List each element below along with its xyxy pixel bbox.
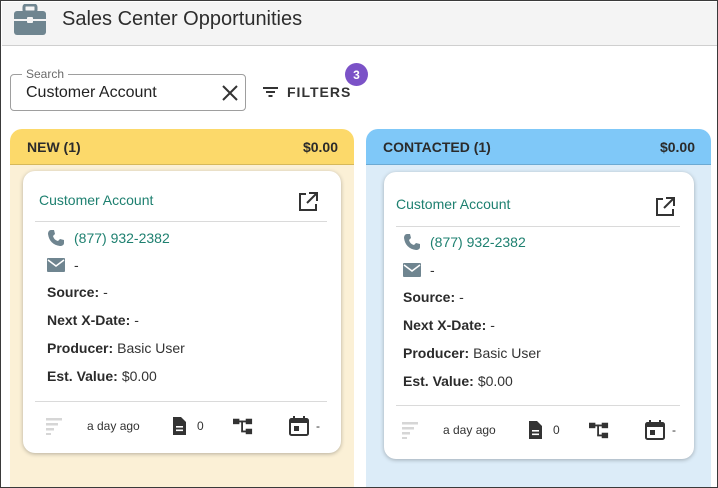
producer-value: Basic User <box>473 345 541 361</box>
search-label: Search <box>22 67 69 81</box>
phone-icon <box>48 230 64 246</box>
account-link[interactable]: Customer Account <box>396 196 510 212</box>
filters-button[interactable]: FILTERS 3 <box>263 63 368 103</box>
task-count: - <box>672 423 676 437</box>
divider <box>35 401 327 402</box>
email-value: - <box>74 257 79 273</box>
document-icon[interactable] <box>525 420 545 440</box>
search-input[interactable] <box>26 84 216 102</box>
email-value: - <box>430 262 435 278</box>
document-count: 0 <box>197 419 204 433</box>
next-xdate-label: Next X-Date: <box>47 312 131 328</box>
producer-label: Producer: <box>47 340 114 356</box>
calendar-icon[interactable] <box>289 416 309 436</box>
email-row: - <box>47 256 79 274</box>
est-value-value: $0.00 <box>477 373 513 389</box>
pipeline-column-new: NEW (1) $0.00 Customer Account (877) 932… <box>10 129 354 487</box>
est-value-label: Est. Value: <box>403 373 474 389</box>
source-row: Source: - <box>47 284 108 300</box>
source-label: Source: <box>403 289 456 305</box>
divider <box>396 405 680 406</box>
briefcase-icon <box>14 4 46 35</box>
est-value-row: Est. Value: $0.00 <box>403 373 513 389</box>
filters-count-badge: 3 <box>345 63 368 86</box>
next-xdate-label: Next X-Date: <box>403 317 487 333</box>
document-count: 0 <box>553 423 560 437</box>
page-header: Sales Center Opportunities <box>2 2 717 46</box>
column-header: NEW (1) $0.00 <box>10 129 354 165</box>
est-value-value: $0.00 <box>121 368 157 384</box>
filter-list-icon <box>263 87 278 97</box>
task-count: - <box>316 419 320 433</box>
producer-label: Producer: <box>403 345 470 361</box>
calendar-icon[interactable] <box>645 420 665 440</box>
next-xdate-value: - <box>490 317 495 333</box>
column-total: $0.00 <box>302 138 338 155</box>
divider <box>396 226 680 227</box>
source-value: - <box>103 284 108 300</box>
page-title: Sales Center Opportunities <box>62 8 303 30</box>
notes-icon[interactable] <box>401 420 421 440</box>
column-title: NEW (1) <box>27 138 81 155</box>
email-icon <box>403 263 421 277</box>
phone-row: (877) 932-2382 <box>47 229 170 247</box>
app-window: Sales Center Opportunities Search FILTER… <box>0 0 718 488</box>
card-footer: a day ago 0 - <box>401 420 680 442</box>
next-xdate-row: Next X-Date: - <box>403 317 495 333</box>
est-value-row: Est. Value: $0.00 <box>47 368 157 384</box>
phone-link[interactable]: (877) 932-2382 <box>430 234 526 250</box>
hierarchy-icon[interactable] <box>589 420 609 440</box>
opportunity-card[interactable]: Customer Account (877) 932-2382 - Source… <box>23 171 341 453</box>
open-in-new-icon[interactable] <box>297 191 319 213</box>
open-in-new-icon[interactable] <box>654 196 676 218</box>
search-field[interactable]: Search <box>10 67 246 111</box>
phone-icon <box>404 234 420 250</box>
producer-row: Producer: Basic User <box>403 345 541 361</box>
column-header: CONTACTED (1) $0.00 <box>366 129 711 165</box>
filters-label: FILTERS <box>287 84 352 100</box>
producer-value: Basic User <box>117 340 185 356</box>
phone-row: (877) 932-2382 <box>403 233 526 251</box>
next-xdate-row: Next X-Date: - <box>47 312 139 328</box>
email-icon <box>47 258 65 272</box>
phone-link[interactable]: (877) 932-2382 <box>74 230 170 246</box>
account-link[interactable]: Customer Account <box>39 192 153 208</box>
email-row: - <box>403 261 435 279</box>
opportunity-card[interactable]: Customer Account (877) 932-2382 - Source… <box>384 172 694 459</box>
divider <box>35 221 327 222</box>
column-total: $0.00 <box>659 138 695 155</box>
document-icon[interactable] <box>169 416 189 436</box>
column-body: Customer Account (877) 932-2382 - Source… <box>10 165 354 487</box>
source-label: Source: <box>47 284 100 300</box>
est-value-label: Est. Value: <box>47 368 118 384</box>
column-title: CONTACTED (1) <box>383 138 491 155</box>
source-row: Source: - <box>403 289 464 305</box>
last-activity-time: a day ago <box>87 419 140 433</box>
card-footer: a day ago 0 - <box>45 416 327 438</box>
column-body: Customer Account (877) 932-2382 - Source… <box>366 165 711 487</box>
producer-row: Producer: Basic User <box>47 340 185 356</box>
source-value: - <box>459 289 464 305</box>
pipeline-column-contacted: CONTACTED (1) $0.00 Customer Account (87… <box>366 129 711 487</box>
clear-icon[interactable] <box>221 84 239 102</box>
last-activity-time: a day ago <box>443 423 496 437</box>
next-xdate-value: - <box>134 312 139 328</box>
notes-icon[interactable] <box>45 416 65 436</box>
hierarchy-icon[interactable] <box>233 416 253 436</box>
